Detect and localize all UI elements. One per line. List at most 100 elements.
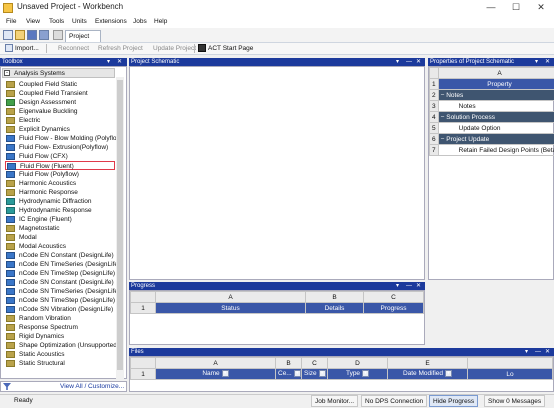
property-row[interactable]: 1 Property (429, 78, 554, 90)
property-cell[interactable]: Update Option (437, 122, 554, 134)
toolbox-item[interactable]: Shape Optimization (Unsupported) (5, 341, 119, 350)
toolbox-item[interactable]: Harmonic Acoustics (5, 179, 115, 188)
progress-close-icon[interactable]: ✕ (416, 282, 421, 290)
toolbox-item[interactable]: IC Engine (Fluent) (5, 215, 115, 224)
toolbox-close-icon[interactable]: ✕ (117, 58, 122, 66)
toolbox-item[interactable]: Rigid Dynamics (5, 332, 115, 341)
toolbox-item[interactable]: Fluid Flow (Polyflow) (5, 170, 115, 179)
save-as-icon[interactable] (39, 30, 49, 40)
toolbox-item[interactable]: nCode EN Constant (DesignLife) (5, 251, 115, 260)
toolbox-item[interactable]: Hydrodynamic Diffraction (5, 197, 115, 206)
toolbox-pin-icon[interactable]: ▾ (107, 58, 110, 66)
status-header[interactable]: Status (155, 302, 306, 314)
toolbox-item[interactable]: Magnetostatic (5, 224, 115, 233)
toolbox-item[interactable]: nCode EN TimeStep (DesignLife) (5, 269, 115, 278)
property-row[interactable]: 3 Notes (429, 100, 554, 112)
toolbox-item[interactable]: Harmonic Response (5, 188, 115, 197)
files-close-icon[interactable]: ✕ (545, 348, 550, 356)
files-float-icon[interactable]: — (535, 348, 541, 356)
property-cell[interactable]: Notes (437, 100, 554, 112)
details-header[interactable]: Details (305, 302, 364, 314)
size-filter-dropdown-icon[interactable]: ▾ (318, 370, 326, 378)
toolbox-item[interactable]: nCode SN TimeSeries (DesignLife) (5, 287, 120, 296)
update-project-button[interactable]: Update Project (153, 45, 196, 52)
toolbox-item[interactable]: nCode SN Vibration (DesignLife) (5, 305, 115, 314)
toolbox-item[interactable]: Static Structural (5, 359, 115, 368)
toolbox-item[interactable]: nCode EN TimeSeries (DesignLife) (5, 260, 120, 269)
hide-progress-button[interactable]: Hide Progress (429, 395, 479, 407)
menu-tools[interactable]: Tools (49, 18, 64, 25)
tab-close-icon[interactable] (53, 30, 63, 40)
property-cell[interactable]: Retain Failed Design Points (Beta) (437, 144, 554, 156)
property-row[interactable]: 2− Notes (429, 89, 554, 101)
project-schematic-canvas[interactable] (129, 66, 425, 280)
menu-help[interactable]: Help (154, 18, 167, 25)
property-row[interactable]: 4− Solution Process (429, 111, 554, 123)
job-monitor-button[interactable]: Job Monitor... (311, 395, 359, 407)
analysis-systems-category[interactable]: Analysis Systems (2, 68, 115, 78)
files-pin-icon[interactable]: ▾ (525, 348, 528, 356)
properties-close-icon[interactable]: ✕ (545, 58, 550, 66)
toolbox-item[interactable]: Static Acoustics (5, 350, 115, 359)
tab-project[interactable]: Project (65, 30, 101, 42)
show-messages-button[interactable]: Show 0 Messages (484, 395, 546, 407)
toolbox-item[interactable]: Coupled Field Static (5, 80, 115, 89)
progress-pin-icon[interactable]: ▾ (396, 282, 399, 290)
toolbox-item[interactable]: Coupled Field Transient (5, 89, 115, 98)
toolbox-item[interactable]: Fluid Flow (CFX) (5, 152, 115, 161)
schematic-float-icon[interactable]: — (406, 58, 412, 66)
type-filter-dropdown-icon[interactable]: ▾ (362, 370, 370, 378)
type-header[interactable]: Type ▾ (327, 368, 388, 380)
property-cell[interactable]: Property (437, 78, 554, 90)
name-header[interactable]: Name ▾ (155, 368, 276, 380)
date-filter-dropdown-icon[interactable]: ▾ (445, 370, 453, 378)
save-icon[interactable] (27, 30, 37, 40)
reconnect-button[interactable]: Reconnect (58, 45, 89, 52)
property-cell[interactable]: − Solution Process (437, 111, 554, 123)
maximize-button[interactable]: ☐ (505, 1, 527, 14)
property-cell[interactable]: − Project Update (437, 133, 554, 145)
dps-connection-button[interactable]: No DPS Connection (361, 395, 428, 407)
progress-header[interactable]: Progress (363, 302, 424, 314)
toolbox-item[interactable]: Modal Acoustics (5, 242, 115, 251)
toolbox-item[interactable]: Design Assessment (5, 98, 115, 107)
menu-extensions[interactable]: Extensions (95, 18, 127, 25)
toolbox-item[interactable]: Fluid Flow - Blow Molding (Polyflow) (5, 134, 123, 143)
view-all-customize-link[interactable]: View All / Customize... (60, 383, 124, 390)
schematic-pin-icon[interactable]: ▾ (396, 58, 399, 66)
new-project-icon[interactable] (3, 30, 13, 40)
toolbox-scroll-thumb[interactable] (117, 80, 123, 370)
toolbox-item[interactable]: Fluid Flow- Extrusion(Polyflow) (5, 143, 115, 152)
property-row[interactable]: 6− Project Update (429, 133, 554, 145)
properties-pin-icon[interactable]: ▾ (535, 58, 538, 66)
toolbox-item[interactable]: Hydrodynamic Response (5, 206, 115, 215)
date-modified-header[interactable]: Date Modified ▾ (387, 368, 468, 380)
toolbox-item[interactable]: nCode SN TimeStep (DesignLife) (5, 296, 115, 305)
schematic-close-icon[interactable]: ✕ (416, 58, 421, 66)
name-filter-dropdown-icon[interactable]: ▾ (221, 370, 229, 378)
refresh-project-button[interactable]: Refresh Project (98, 45, 143, 52)
close-button[interactable]: ✕ (530, 1, 552, 14)
menu-view[interactable]: View (26, 18, 40, 25)
toolbox-item[interactable]: Eigenvalue Buckling (5, 107, 115, 116)
menu-units[interactable]: Units (72, 18, 87, 25)
open-folder-icon[interactable] (15, 30, 25, 40)
act-start-page-button[interactable]: ACT Start Page (208, 45, 253, 52)
size-header[interactable]: Size ▾ (301, 368, 328, 380)
toolbox-item[interactable]: Modal (5, 233, 115, 242)
cell-id-header[interactable]: Ce... ▾ (275, 368, 302, 380)
toolbox-item[interactable]: Explicit Dynamics (5, 125, 115, 134)
property-row[interactable]: 7 Retain Failed Design Points (Beta) (429, 144, 554, 156)
import-button[interactable]: Import... (15, 45, 39, 52)
menu-file[interactable]: File (6, 18, 16, 25)
collapse-icon[interactable]: - (4, 70, 10, 76)
toolbox-item[interactable]: Random Vibration (5, 314, 115, 323)
toolbox-item[interactable]: Response Spectrum (5, 323, 115, 332)
minimize-button[interactable]: — (480, 1, 502, 14)
location-header[interactable]: Lo (467, 368, 553, 380)
property-cell[interactable]: − Notes (437, 89, 554, 101)
progress-float-icon[interactable]: — (406, 282, 412, 290)
cell-id-filter-dropdown-icon[interactable]: ▾ (293, 370, 301, 378)
property-row[interactable]: 5 Update Option (429, 122, 554, 134)
toolbox-item[interactable]: Electric (5, 116, 115, 125)
